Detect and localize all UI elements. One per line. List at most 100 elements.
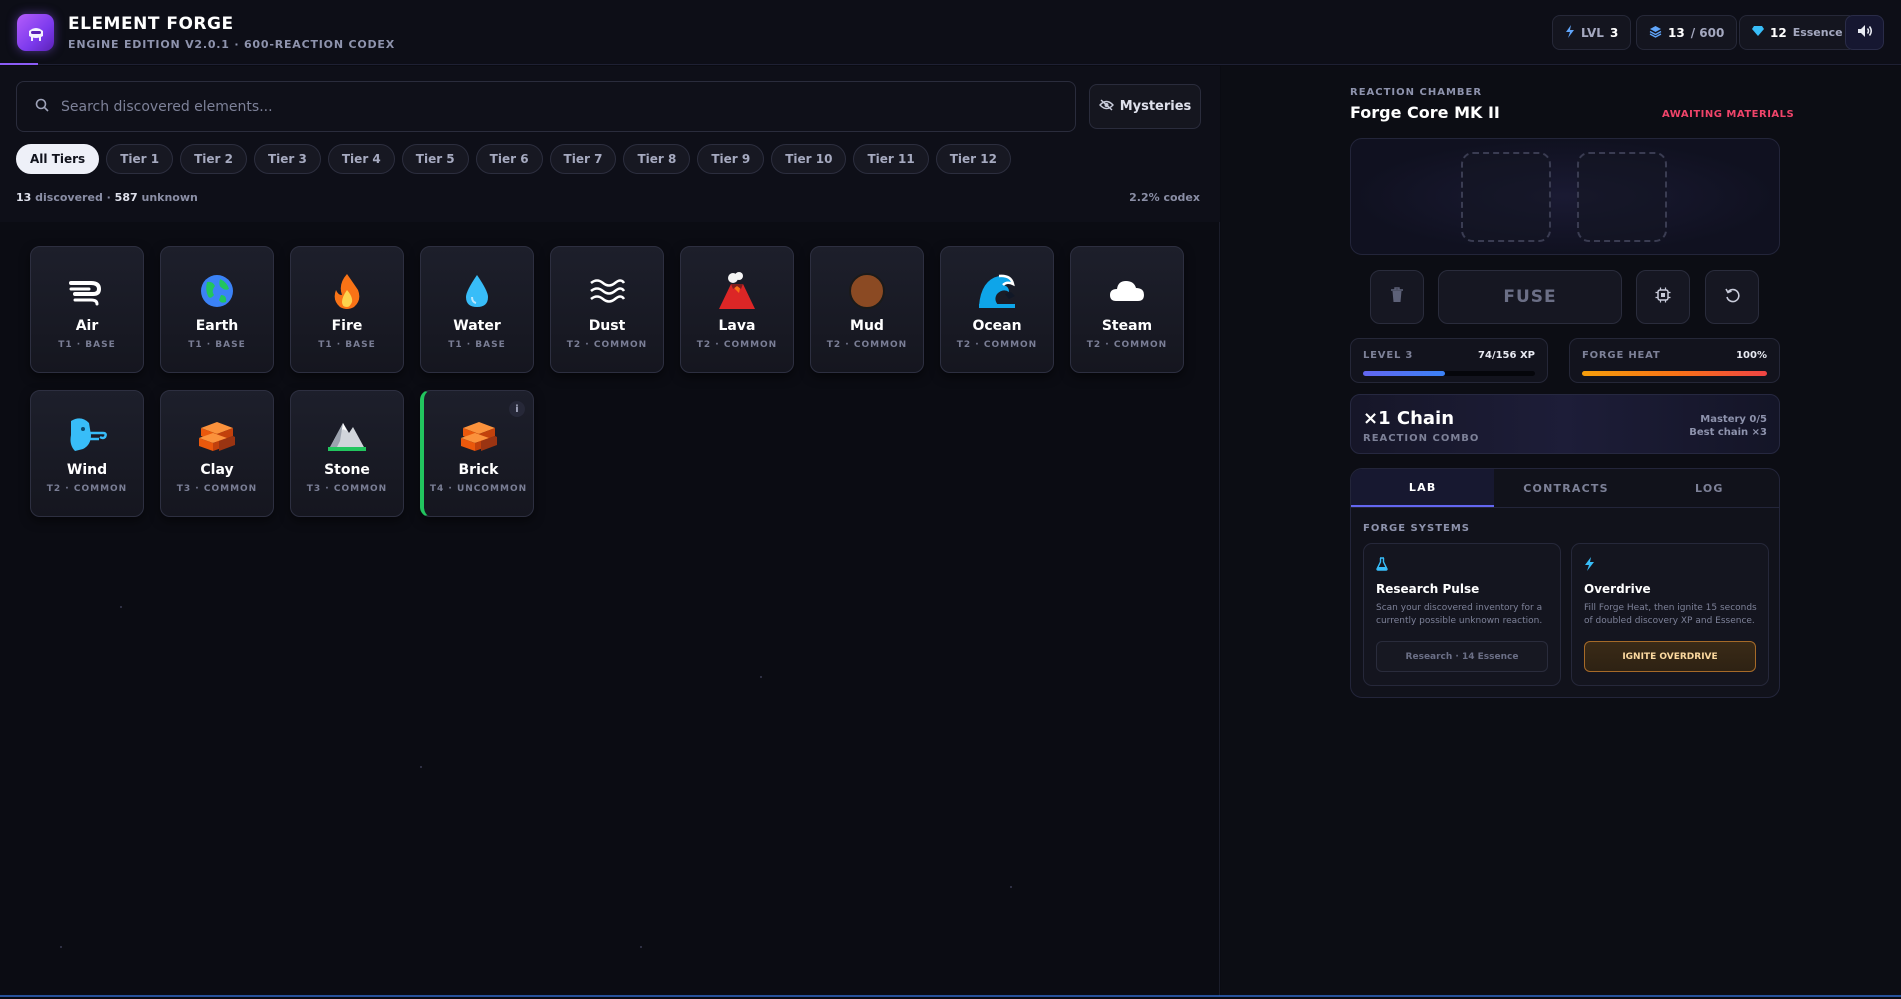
- discovered-count-label: discovered ·: [35, 191, 111, 204]
- gem-icon: [1752, 25, 1764, 40]
- chamber-title: Forge Core MK II: [1350, 103, 1500, 122]
- element-card-fire[interactable]: Fire T1 · BASE: [290, 246, 404, 373]
- tier-chip[interactable]: Tier 11: [853, 144, 929, 174]
- element-name: Mud: [850, 318, 884, 334]
- ignite-overdrive-label: IGNITE OVERDRIVE: [1622, 651, 1718, 662]
- info-icon[interactable]: i: [509, 401, 525, 417]
- element-name: Ocean: [972, 318, 1022, 334]
- research-pulse-title: Research Pulse: [1376, 582, 1480, 596]
- combo-panel: ×1 Chain REACTION COMBO Mastery 0/5 Best…: [1350, 394, 1780, 454]
- top-bar: ELEMENT FORGE ENGINE EDITION V2.0.1 · 60…: [0, 0, 1901, 65]
- element-name: Air: [75, 318, 99, 334]
- tier-chip[interactable]: Tier 10: [771, 144, 847, 174]
- bolt-icon: [1584, 556, 1595, 575]
- level-meter-track: [1363, 371, 1535, 376]
- element-tier-rarity: T2 · COMMON: [566, 340, 648, 350]
- tier-chip[interactable]: All Tiers: [16, 144, 100, 174]
- tab-contracts[interactable]: CONTRACTS: [1494, 469, 1637, 507]
- element-card-wind[interactable]: Wind T2 · COMMON: [30, 390, 144, 517]
- discovered-pill: 13 / 600: [1636, 15, 1738, 50]
- element-name: Wind: [66, 462, 108, 478]
- eye-off-icon: [1098, 98, 1114, 115]
- clear-button[interactable]: [1370, 270, 1424, 324]
- discovered-total: / 600: [1690, 25, 1725, 40]
- unknown-count: 587: [114, 191, 138, 204]
- heat-meter-label: FORGE HEAT: [1582, 350, 1661, 361]
- tab-log[interactable]: LOG: [1638, 469, 1779, 507]
- fuse-button[interactable]: FUSE: [1438, 270, 1622, 324]
- background-star: [120, 606, 122, 608]
- bricks-icon: [197, 415, 237, 455]
- brown-circle-icon: [847, 271, 887, 311]
- research-button[interactable]: Research · 14 Essence: [1376, 641, 1548, 672]
- element-card-steam[interactable]: Steam T2 · COMMON: [1070, 246, 1184, 373]
- element-card-air[interactable]: Air T1 · BASE: [30, 246, 144, 373]
- element-card-earth[interactable]: Earth T1 · BASE: [160, 246, 274, 373]
- search-icon: [35, 97, 49, 116]
- tier-chip[interactable]: Tier 3: [253, 144, 321, 174]
- element-card-water[interactable]: Water T1 · BASE: [420, 246, 534, 373]
- ignite-overdrive-button[interactable]: IGNITE OVERDRIVE: [1584, 641, 1756, 672]
- element-card-clay[interactable]: Clay T3 · COMMON: [160, 390, 274, 517]
- app-title: ELEMENT FORGE: [68, 14, 234, 34]
- chip-button[interactable]: [1636, 270, 1690, 324]
- ingredient-slot-2[interactable]: [1577, 152, 1667, 242]
- element-name: Dust: [588, 318, 626, 334]
- wind-face-icon: [67, 271, 107, 311]
- mysteries-button[interactable]: Mysteries: [1089, 84, 1201, 129]
- heat-meter-fill: [1582, 371, 1767, 376]
- volcano-icon: [717, 271, 757, 311]
- element-tier-rarity: T2 · COMMON: [826, 340, 908, 350]
- element-card-brick[interactable]: Brick T4 · UNCOMMON i: [420, 390, 534, 517]
- header-accent-line: [0, 63, 38, 65]
- undo-icon: [1724, 288, 1740, 307]
- level-label: LVL: [1581, 25, 1604, 40]
- element-card-lava[interactable]: Lava T2 · COMMON: [680, 246, 794, 373]
- element-name: Water: [453, 318, 501, 334]
- element-tier-rarity: T2 · COMMON: [696, 340, 778, 350]
- search-input[interactable]: [61, 98, 961, 115]
- overdrive-title: Overdrive: [1584, 582, 1651, 596]
- flask-icon: [1376, 556, 1388, 575]
- speaker-icon: [1857, 23, 1873, 42]
- inventory-toolbar: Mysteries All TiersTier 1Tier 2Tier 3Tie…: [0, 66, 1220, 222]
- tier-chip[interactable]: Tier 4: [327, 144, 395, 174]
- ingredient-slot-1[interactable]: [1461, 152, 1551, 242]
- lab-tab-bar: LAB CONTRACTS LOG: [1351, 469, 1779, 508]
- tab-lab[interactable]: LAB: [1351, 469, 1495, 507]
- discovered-count: 13: [16, 191, 32, 204]
- best-chain-value: Best chain ×3: [1689, 427, 1767, 438]
- heat-meter: FORGE HEAT 100%: [1569, 338, 1780, 383]
- discovered-value: 13: [1668, 25, 1685, 40]
- research-button-label: Research · 14 Essence: [1405, 651, 1519, 662]
- tier-chip[interactable]: Tier 1: [106, 144, 174, 174]
- element-card-dust[interactable]: Dust T2 · COMMON: [550, 246, 664, 373]
- tier-chip[interactable]: Tier 2: [180, 144, 247, 174]
- research-pulse-desc: Scan your discovered inventory for a cur…: [1376, 603, 1543, 626]
- reset-button[interactable]: [1705, 270, 1759, 324]
- essence-label: Essence: [1792, 26, 1843, 39]
- tier-chip[interactable]: Tier 9: [697, 144, 765, 174]
- element-card-ocean[interactable]: Ocean T2 · COMMON: [940, 246, 1054, 373]
- tier-chip[interactable]: Tier 12: [935, 144, 1011, 174]
- element-card-stone[interactable]: Stone T3 · COMMON: [290, 390, 404, 517]
- discovery-counts: 13 discovered · 587 unknown: [16, 191, 198, 204]
- essence-pill: 12 Essence: [1739, 15, 1856, 50]
- bolt-icon: [1565, 24, 1575, 41]
- background-star: [1010, 886, 1012, 888]
- search-field[interactable]: [16, 81, 1076, 132]
- bottom-accent-line: [0, 995, 1901, 997]
- element-tier-rarity: T1 · BASE: [58, 340, 116, 350]
- research-pulse-card: Research Pulse Scan your discovered inve…: [1363, 543, 1561, 686]
- tier-chip[interactable]: Tier 8: [623, 144, 691, 174]
- tier-chip[interactable]: Tier 6: [475, 144, 543, 174]
- element-card-mud[interactable]: Mud T2 · COMMON: [810, 246, 924, 373]
- element-tier-rarity: T4 · UNCOMMON: [429, 484, 528, 494]
- cloud-icon: [1107, 271, 1147, 311]
- sound-toggle-button[interactable]: [1845, 15, 1884, 50]
- overdrive-card: Overdrive Fill Forge Heat, then ignite 1…: [1571, 543, 1769, 686]
- tier-chip[interactable]: Tier 7: [549, 144, 617, 174]
- waves-icon: [587, 271, 627, 311]
- tier-chip[interactable]: Tier 5: [401, 144, 469, 174]
- element-tier-rarity: T1 · BASE: [188, 340, 246, 350]
